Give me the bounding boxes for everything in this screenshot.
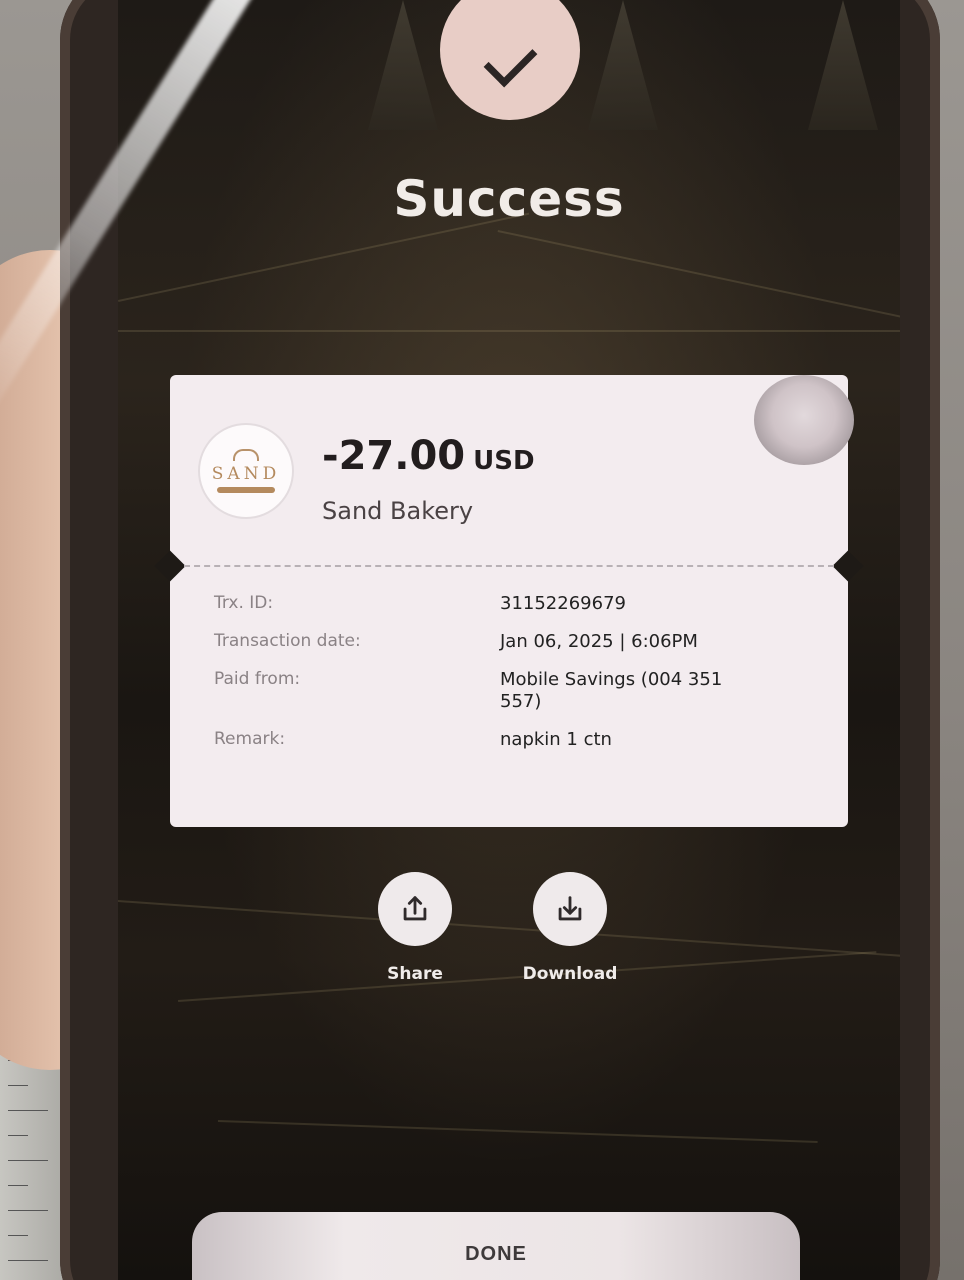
amount-value: -27.00 [322, 433, 466, 479]
success-check-badge [440, 0, 580, 120]
ruler-tick [8, 1235, 28, 1236]
detail-row-trx-id: Trx. ID: 31152269679 [214, 593, 814, 615]
share-label: Share [387, 964, 443, 984]
detail-label: Paid from: [214, 669, 301, 689]
share-button[interactable]: Share [355, 872, 475, 984]
ruler-tick [8, 1160, 48, 1161]
wallpaper-line [118, 330, 900, 332]
detail-row-date: Transaction date: Jan 06, 2025 | 6:06PM [214, 631, 814, 653]
ruler-tick [8, 1110, 48, 1111]
merchant-logo: SAND [200, 425, 292, 517]
logo-ribbon [217, 487, 275, 493]
detail-label: Trx. ID: [214, 593, 274, 613]
wallpaper-spire [808, 0, 878, 130]
download-label: Download [522, 964, 618, 984]
receipt-notch-right [832, 550, 864, 582]
wallpaper-spire [368, 0, 438, 130]
detail-value: 31152269679 [500, 593, 626, 614]
share-button-circle[interactable] [378, 872, 452, 946]
corner-decoration [754, 375, 854, 465]
detail-label: Remark: [214, 729, 286, 749]
receipt-notch-left [154, 550, 186, 582]
detail-row-paid-from: Paid from: Mobile Savings (004 351 557) [214, 669, 814, 713]
ruler-tick [8, 1085, 28, 1086]
download-icon [558, 896, 582, 921]
photo-scene: Success SAND -27.00 USD Sand Bakery Trx. … [0, 0, 964, 1280]
download-button[interactable]: Download [510, 872, 630, 984]
transaction-details: Trx. ID: 31152269679 Transaction date: J… [214, 593, 814, 767]
detail-row-remark: Remark: napkin 1 ctn [214, 729, 814, 751]
ruler-tick [8, 1135, 28, 1136]
ruler-tick [8, 1260, 48, 1261]
receipt-card: SAND -27.00 USD Sand Bakery Trx. ID: 3115… [154, 375, 864, 827]
merchant-name: Sand Bakery [322, 497, 474, 525]
ruler-tick [8, 1185, 28, 1186]
receipt-actions: Share Download [378, 872, 630, 992]
ruler-tick [8, 1210, 48, 1211]
check-icon [483, 33, 537, 87]
logo-crown-icon [233, 449, 259, 461]
detail-value: napkin 1 ctn [500, 729, 612, 750]
share-icon [403, 896, 427, 921]
wallpaper-line [217, 1120, 818, 1143]
done-button[interactable]: DONE [192, 1212, 800, 1280]
success-title: Success [393, 170, 625, 228]
logo-text: SAND [211, 464, 281, 484]
detail-label: Transaction date: [214, 631, 361, 651]
detail-value: Jan 06, 2025 | 6:06PM [500, 631, 698, 652]
wallpaper-line [497, 230, 900, 320]
amount-currency: USD [473, 446, 535, 476]
detail-value: Mobile Savings (004 351 557) [500, 669, 723, 712]
transaction-amount: -27.00 USD [322, 433, 535, 479]
phone-screen: Success SAND -27.00 USD Sand Bakery Trx. … [118, 0, 900, 1280]
receipt-perforation [184, 565, 834, 567]
wallpaper-spire [588, 0, 658, 130]
download-button-circle[interactable] [533, 872, 607, 946]
